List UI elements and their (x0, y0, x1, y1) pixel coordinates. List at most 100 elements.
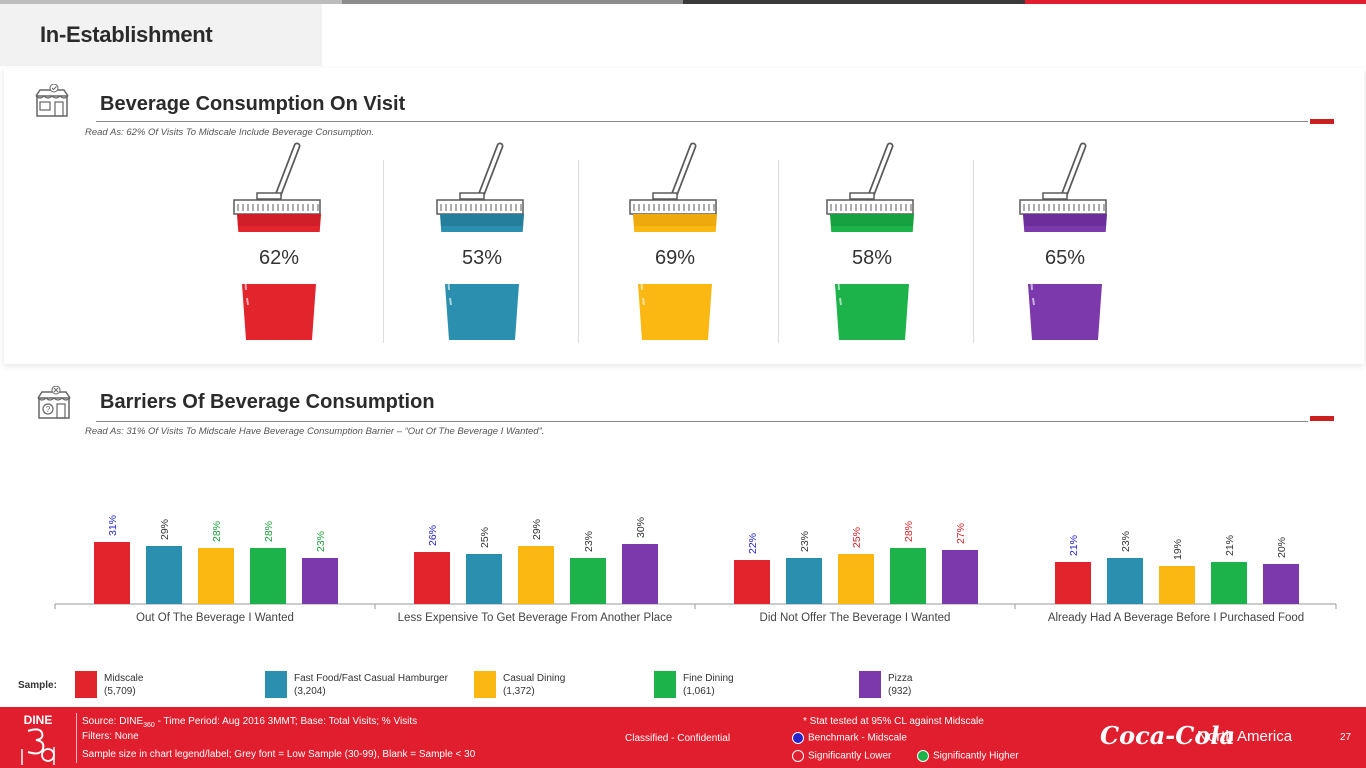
cup-divider (383, 160, 384, 343)
bar (1107, 558, 1143, 604)
cup-percentage: 69% (633, 232, 717, 284)
bar (414, 552, 450, 604)
filters-note: Filters: None (82, 731, 139, 742)
cup-divider (973, 160, 974, 343)
section-accent (1310, 119, 1334, 124)
bar (890, 548, 926, 604)
legend-label: Fine Dining (1,061) (683, 673, 734, 697)
bar-value-label: 29% (531, 519, 543, 540)
bar-value-label: 30% (635, 517, 647, 538)
bar (786, 558, 822, 604)
legend-label: Casual Dining (1,372) (503, 673, 566, 697)
top-bar-segment (683, 0, 1025, 4)
cup-divider (578, 160, 579, 343)
bar (466, 554, 502, 604)
sample-note: Sample size in chart legend/label; Grey … (82, 749, 476, 760)
page-title: In-Establishment (40, 22, 213, 47)
bar-value-label: 28% (903, 521, 915, 542)
legend-label: Pizza (932) (888, 673, 913, 697)
bar (1159, 566, 1195, 604)
bar-value-label: 22% (747, 533, 759, 554)
bar-value-label: 31% (107, 515, 119, 536)
higher-key: Significantly Higher (917, 750, 1019, 762)
bar (250, 548, 286, 604)
bar-value-label: 26% (427, 525, 439, 546)
footer-divider (76, 713, 77, 763)
bar (1055, 562, 1091, 604)
bar-value-label: 23% (315, 531, 327, 552)
barriers-bar-chart: 31% 29% 28% 28% 23% Out Of The Beverage I Wan… (54, 515, 1337, 624)
benchmark-key: Benchmark - Midscale (792, 732, 907, 744)
category-label: Out Of The Beverage I Wanted (136, 612, 294, 624)
page-number: 27 (1340, 732, 1352, 743)
bar (942, 550, 978, 604)
read-as-note: Read As: 31% Of Visits To Midscale Have … (85, 426, 545, 437)
bar-value-label: 28% (263, 521, 275, 542)
store-check-icon (35, 84, 69, 117)
logo-text: DINE (24, 713, 53, 727)
legend-swatch (859, 671, 881, 698)
legend-swatch (654, 671, 676, 698)
bar-value-label: 21% (1068, 535, 1080, 556)
section-accent (1310, 416, 1334, 421)
footer: DINE Source: DINE360 - Time Period: Aug … (0, 707, 1366, 768)
beverage-cup: 69% (625, 140, 725, 345)
category-label: Already Had A Beverage Before I Purchase… (1048, 612, 1304, 624)
classification-label: Classified - Confidential (625, 733, 731, 744)
bar (570, 558, 606, 604)
legend-swatch (75, 671, 97, 698)
bar-value-label: 25% (479, 527, 491, 548)
bar-value-label: 29% (159, 519, 171, 540)
source-note: Source: DINE360 - Time Period: Aug 2016 … (82, 716, 418, 729)
category-label: Did Not Offer The Beverage I Wanted (760, 612, 951, 624)
bar (1211, 562, 1247, 604)
section-title-barriers: Barriers Of Beverage Consumption (100, 391, 435, 413)
bar-value-label: 23% (1120, 531, 1132, 552)
beverage-cup: 58% (822, 140, 922, 345)
lower-key: Significantly Lower (792, 750, 891, 762)
sample-legend: Sample: Midscale (5,709) Fast Food/Fast Ca… (0, 670, 1366, 706)
bar (734, 560, 770, 604)
higher-circle-icon (917, 750, 929, 762)
section-divider (96, 421, 1308, 422)
lower-circle-icon (792, 750, 804, 762)
cup-percentage: 65% (1023, 232, 1107, 284)
cup-percentage: 53% (440, 232, 524, 284)
beverage-cup: 53% (432, 140, 532, 345)
cup-divider (778, 160, 779, 343)
bar-value-label: 25% (851, 527, 863, 548)
benchmark-circle-icon (792, 732, 804, 744)
bar-value-label: 23% (799, 531, 811, 552)
dine360-logo: DINE (21, 713, 55, 765)
legend-label: Fast Food/Fast Casual Hamburger (3,204) (294, 673, 448, 697)
section-title-consumption: Beverage Consumption On Visit (100, 93, 406, 115)
category-label: Less Expensive To Get Beverage From Anot… (398, 612, 673, 624)
top-bar-segment (341, 0, 683, 4)
svg-text:?: ? (46, 405, 51, 414)
bar (146, 546, 182, 604)
legend-label: Midscale (5,709) (104, 673, 144, 697)
top-bar-segment (1024, 0, 1366, 4)
bar-value-label: 28% (211, 521, 223, 542)
bar (838, 554, 874, 604)
bar (1263, 564, 1299, 604)
beverage-cup: 65% (1015, 140, 1115, 345)
cup-percentage: 62% (237, 232, 321, 284)
bar (94, 542, 130, 604)
beverage-cup: 62% (229, 140, 329, 345)
bar (518, 546, 554, 604)
store-question-icon: ? (37, 386, 71, 419)
bar-value-label: 20% (1276, 537, 1288, 558)
bar-value-label: 19% (1172, 539, 1184, 560)
bar-value-label: 23% (583, 531, 595, 552)
cup-percentage: 58% (830, 232, 914, 284)
legend-swatch (265, 671, 287, 698)
bar-value-label: 21% (1224, 535, 1236, 556)
bar (622, 544, 658, 604)
bar (198, 548, 234, 604)
section-divider (96, 121, 1308, 122)
stat-test-note: * Stat tested at 95% CL against Midscale (803, 716, 984, 727)
legend-sample-label: Sample: (18, 680, 57, 691)
region-label: North America (1197, 728, 1293, 745)
bar (302, 558, 338, 604)
